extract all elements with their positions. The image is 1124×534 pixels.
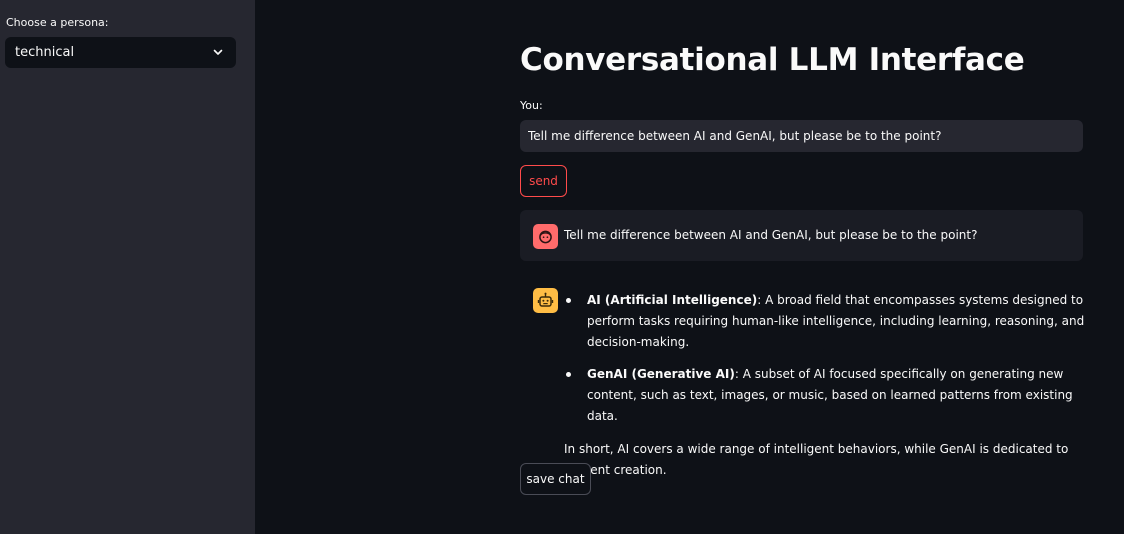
persona-select-value: technical <box>15 45 75 60</box>
page-title: Conversational LLM Interface <box>520 42 1025 78</box>
persona-select[interactable]: technical <box>5 37 236 68</box>
user-face-icon <box>533 224 558 249</box>
assistant-summary: In short, AI covers a wide range of inte… <box>564 442 1069 477</box>
message-input[interactable] <box>520 120 1083 152</box>
input-label: You: <box>520 99 543 112</box>
user-chat-message: Tell me difference between AI and GenAI,… <box>520 210 1083 261</box>
user-message-text: Tell me difference between AI and GenAI,… <box>564 228 978 242</box>
chevron-down-icon <box>213 49 223 55</box>
list-item: GenAI (Generative AI): A subset of AI fo… <box>564 364 1086 427</box>
assistant-chat-message: AI (Artificial Intelligence): A broad fi… <box>564 290 1086 481</box>
send-button[interactable]: send <box>520 165 567 197</box>
robot-icon <box>533 288 558 313</box>
list-item: AI (Artificial Intelligence): A broad fi… <box>564 290 1086 353</box>
app: Choose a persona: technical Conversation… <box>0 0 1124 534</box>
persona-label: Choose a persona: <box>6 16 109 29</box>
bullet-term: AI (Artificial Intelligence) <box>587 293 758 307</box>
sidebar: Choose a persona: technical <box>0 0 255 534</box>
save-chat-button[interactable]: save chat <box>520 463 591 495</box>
bullet-term: GenAI (Generative AI) <box>587 367 735 381</box>
